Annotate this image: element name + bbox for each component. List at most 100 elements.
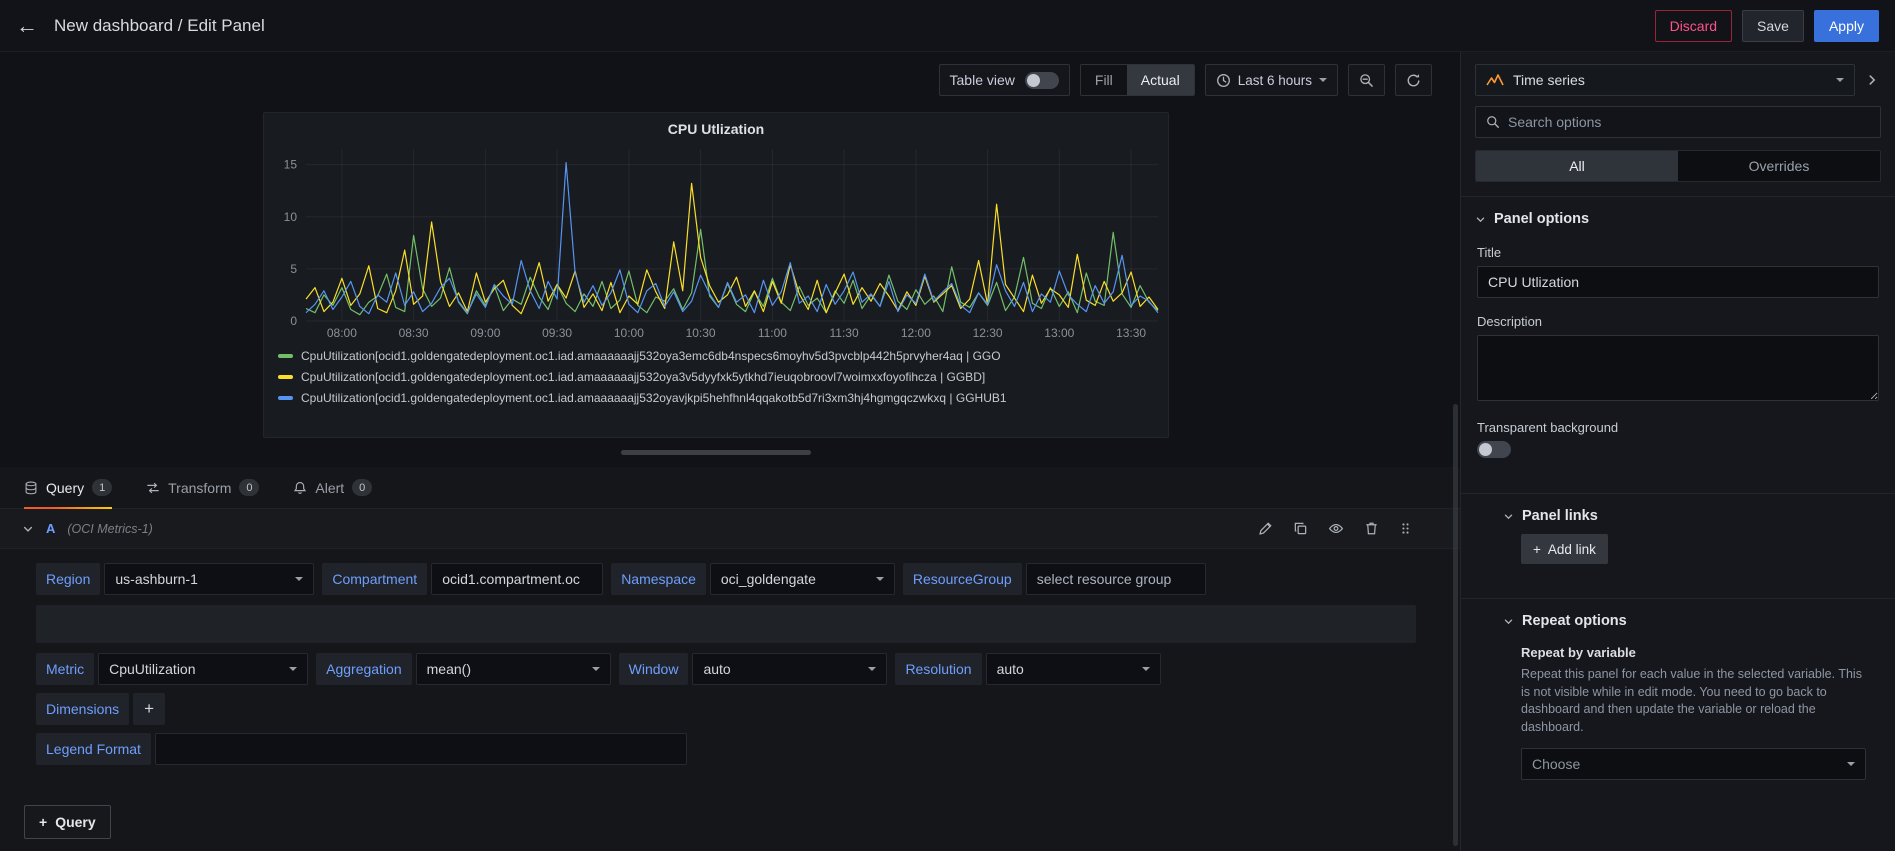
save-button[interactable]: Save [1742,9,1804,42]
search-icon [1486,115,1500,129]
viz-type-picker[interactable]: Time series [1475,64,1855,96]
resourcegroup-label: ResourceGroup [902,563,1022,595]
actual-button[interactable]: Actual [1126,65,1194,95]
tab-label: Alert [315,479,345,496]
delete-query-button[interactable] [1364,521,1379,536]
chevron-down-icon [289,667,298,671]
legend-item[interactable]: CpuUtilization[ocid1.goldengatedeploymen… [278,366,1154,387]
query-form-row-1: Region us-ashburn-1 Compartment Namespac… [36,563,1416,595]
zoom-out-icon [1359,73,1374,88]
series-color-swatch [278,374,293,379]
chevron-down-icon [1141,667,1150,671]
panel-title-input[interactable] [1477,266,1879,298]
toggle-visibility-button[interactable] [1328,521,1344,536]
pencil-icon [1258,521,1273,536]
tab-label: Transform [168,479,232,496]
empty-option-row [36,605,1416,643]
svg-text:0: 0 [290,314,297,328]
apply-button[interactable]: Apply [1813,9,1879,42]
chevron-down-icon [1836,78,1844,82]
main-scrollbar-thumb[interactable] [1453,404,1458,846]
clock-icon [1216,73,1231,88]
chevron-down-icon [875,577,884,581]
repeat-variable-select[interactable]: Choose [1521,748,1866,780]
header-actions: Discard Save Apply [1654,9,1879,42]
svg-text:13:00: 13:00 [1044,326,1074,340]
discard-button[interactable]: Discard [1654,9,1733,42]
chevron-down-icon [1319,78,1327,82]
metric-label: Metric [36,653,95,685]
database-icon [24,481,38,495]
fill-actual-group: Fill Actual [1079,64,1195,96]
svg-text:12:00: 12:00 [901,326,931,340]
angle-down-icon [1503,511,1514,522]
fill-button[interactable]: Fill [1081,65,1127,95]
duplicate-query-button[interactable] [1293,521,1308,536]
compartment-input[interactable] [431,563,604,595]
search-options-box[interactable] [1475,106,1881,138]
panel-links-header[interactable]: Panel links [1461,494,1895,534]
angle-down-icon [1503,616,1514,627]
back-button[interactable]: ← [16,14,38,37]
query-row-header[interactable]: A (OCI Metrics-1) [0,509,1460,549]
legend-item[interactable]: CpuUtilization[ocid1.goldengatedeploymen… [278,345,1154,366]
bell-icon [293,481,307,495]
region-select[interactable]: us-ashburn-1 [104,563,315,595]
tab-all-options[interactable]: All [1476,151,1678,181]
tab-query[interactable]: Query 1 [24,467,113,509]
panel-options-body: Title Description Transparent background [1461,245,1895,477]
svg-text:15: 15 [284,158,298,172]
legend-format-label: Legend Format [36,733,151,765]
options-filter-tabs: All Overrides [1475,150,1881,182]
collapse-options-pane-button[interactable] [1861,69,1883,91]
aggregation-select[interactable]: mean() [415,653,611,685]
drag-handle[interactable] [1399,521,1412,536]
tab-overrides[interactable]: Overrides [1678,151,1880,181]
svg-text:08:00: 08:00 [327,326,357,340]
legend-format-input[interactable] [154,733,687,765]
legend-label: CpuUtilization[ocid1.goldengatedeploymen… [301,369,986,384]
page-title: New dashboard / Edit Panel [54,15,265,35]
top-bar: ← New dashboard / Edit Panel Discard Sav… [0,0,1895,52]
add-dimension-button[interactable]: + [133,693,166,725]
viz-picker-row: Time series [1461,52,1895,96]
legend-item[interactable]: CpuUtilization[ocid1.goldengatedeploymen… [278,387,1154,408]
chevron-down-icon[interactable] [22,523,34,535]
zoom-out-button[interactable] [1348,64,1385,96]
panel-title: CPU Utlization [667,121,765,137]
window-select[interactable]: auto [692,653,888,685]
tab-transform[interactable]: Transform 0 [146,467,260,508]
tab-alert[interactable]: Alert 0 [293,467,373,508]
toggle-knob [1479,443,1492,456]
transparent-background-toggle[interactable] [1477,441,1511,458]
preview-toolbar: Table view Fill Actual Last 6 hours [0,64,1432,96]
svg-text:5: 5 [290,262,297,276]
metric-select[interactable]: CpuUtilization [98,653,309,685]
namespace-select[interactable]: oci_goldengate [709,563,895,595]
table-view-toggle[interactable] [1024,71,1059,89]
query-form-row-4: Legend Format [36,733,1416,765]
panel-resize-handle[interactable] [621,450,811,455]
panel-description-textarea[interactable] [1477,335,1879,401]
resolution-select[interactable]: auto [985,653,1161,685]
time-range-picker[interactable]: Last 6 hours [1204,64,1338,96]
search-options-row [1461,96,1895,138]
svg-text:10: 10 [284,210,298,224]
repeat-options-header[interactable]: Repeat options [1461,599,1895,639]
refresh-button[interactable] [1395,64,1432,96]
time-series-chart[interactable]: 0 5 10 15 08:00 08:30 09:00 09:30 10:00 10:30 11:0… [272,143,1162,343]
panel-options-header[interactable]: Panel options [1461,197,1895,237]
resourcegroup-input[interactable] [1025,563,1206,595]
eye-icon [1328,521,1344,536]
tab-count-badge: 0 [352,479,373,496]
search-options-input[interactable] [1508,114,1870,130]
add-link-button[interactable]: + Add link [1521,534,1608,564]
tab-count-badge: 1 [92,479,113,496]
add-query-button[interactable]: + Query [24,805,111,839]
namespace-label: Namespace [611,563,706,595]
edit-query-button[interactable] [1258,521,1273,536]
aggregation-label: Aggregation [316,653,412,685]
chart-legend: CpuUtilization[ocid1.goldengatedeploymen… [264,343,1168,408]
panel-edit-main: Table view Fill Actual Last 6 hours CPU … [0,52,1460,851]
compartment-label: Compartment [322,563,428,595]
